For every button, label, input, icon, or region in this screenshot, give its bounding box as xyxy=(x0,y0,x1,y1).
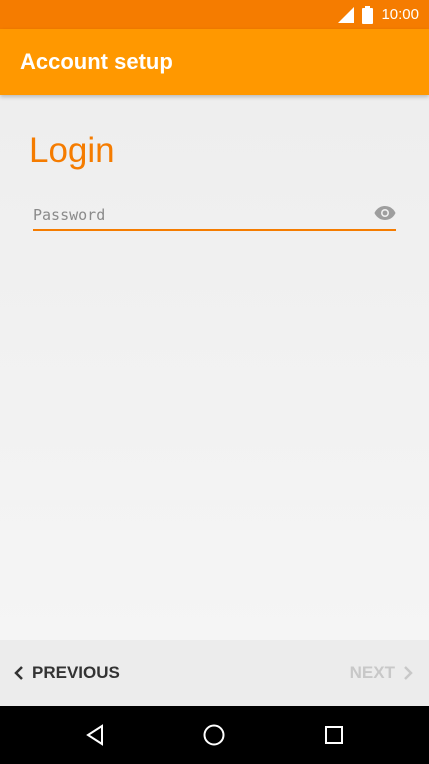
chevron-left-icon xyxy=(14,666,23,680)
previous-button-label: PREVIOUS xyxy=(32,663,120,682)
status-bar: 10:00 xyxy=(0,0,429,29)
eye-icon[interactable] xyxy=(374,205,396,221)
next-button-label: NEXT xyxy=(349,663,395,682)
system-navigation-bar xyxy=(0,706,429,764)
battery-icon xyxy=(362,5,374,24)
password-field xyxy=(33,201,396,231)
chevron-right-icon xyxy=(404,666,413,680)
signal-icon xyxy=(338,6,355,23)
status-clock: 10:00 xyxy=(381,6,419,23)
status-icons: 10:00 xyxy=(338,0,419,29)
bottom-navigation: PREVIOUS NEXT xyxy=(0,640,429,706)
app-bar-title: Account setup xyxy=(20,49,173,74)
page-title: Login xyxy=(29,131,115,170)
recents-icon[interactable] xyxy=(322,723,346,747)
previous-button[interactable]: PREVIOUS xyxy=(14,640,120,706)
app-bar: Account setup xyxy=(0,29,429,95)
back-icon[interactable] xyxy=(83,723,107,747)
password-input[interactable] xyxy=(33,201,363,229)
next-button[interactable]: NEXT xyxy=(350,640,413,706)
home-icon[interactable] xyxy=(202,723,226,747)
login-content: Login xyxy=(0,95,429,640)
